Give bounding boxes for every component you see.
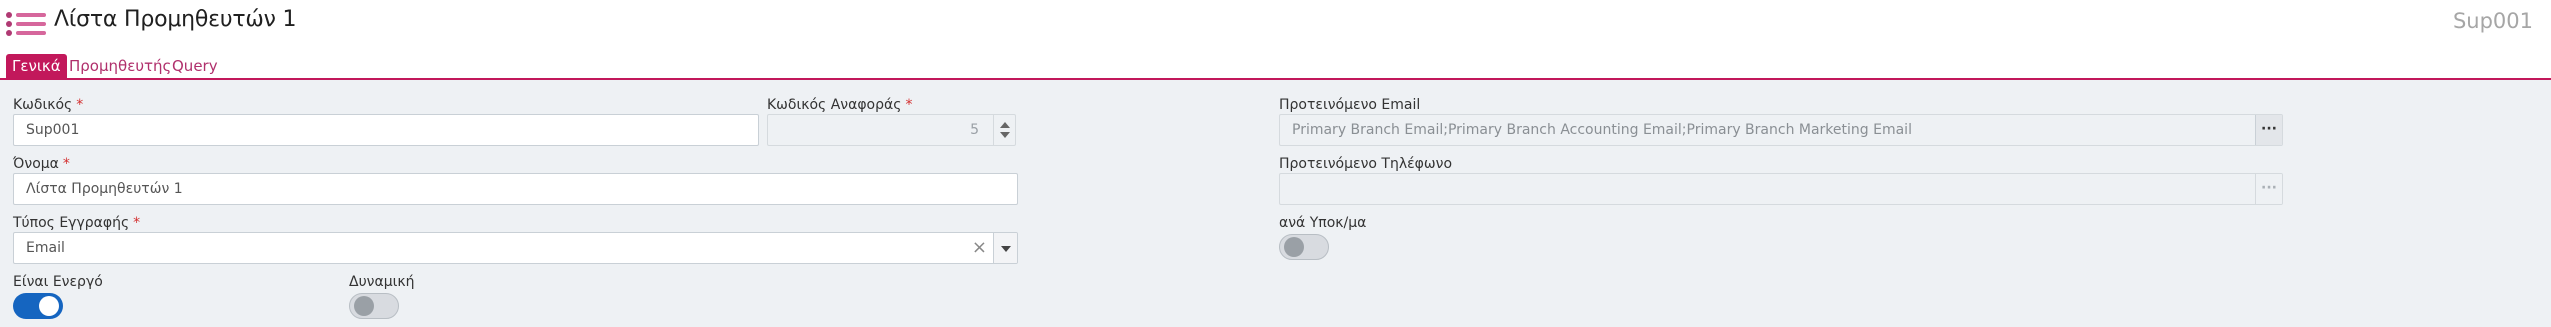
clear-icon[interactable]: ×: [972, 233, 987, 263]
tab-bar: Γενικά Προμηθευτής Query: [0, 54, 2551, 80]
page-header: Λίστα Προμηθευτών 1 Sup001: [0, 0, 2551, 48]
tab-query[interactable]: Query: [166, 54, 224, 78]
tab-supplier[interactable]: Προμηθευτής: [63, 54, 177, 78]
preferred-email-label: Προτεινόμενο Email: [1279, 97, 1421, 113]
preferred-phone-field[interactable]: ···: [1279, 173, 2283, 205]
per-branch-toggle[interactable]: [1279, 234, 1329, 260]
required-marker: *: [76, 97, 84, 113]
more-options-button[interactable]: ···: [2255, 174, 2282, 204]
page-title: Λίστα Προμηθευτών 1: [54, 7, 297, 32]
hamburger-list-icon[interactable]: [6, 10, 46, 38]
entry-type-label: Τύπος Εγγραφής *: [13, 215, 141, 231]
spinner-arrows-icon[interactable]: [993, 115, 1015, 145]
dynamic-toggle[interactable]: [349, 293, 399, 319]
reference-code-value: 5: [970, 122, 979, 138]
preferred-phone-label: Προτεινόμενο Τηλέφωνο: [1279, 156, 1453, 172]
form-panel: Κωδικός * Sup001 Κωδικός Αναφοράς * 5 Όνομ…: [0, 80, 2551, 327]
chevron-down-icon[interactable]: [993, 233, 1017, 263]
preferred-email-field[interactable]: Primary Branch Email;Primary Branch Acco…: [1279, 114, 2283, 146]
entry-type-select[interactable]: Email ×: [13, 232, 1018, 264]
is-active-label: Είναι Ενεργό: [13, 274, 103, 290]
name-label: Όνομα *: [13, 156, 70, 172]
required-marker: *: [133, 215, 141, 231]
more-options-button[interactable]: ···: [2255, 115, 2282, 145]
reference-code-label: Κωδικός Αναφοράς *: [767, 97, 913, 113]
record-code: Sup001: [2452, 9, 2533, 33]
dynamic-label: Δυναμική: [349, 274, 415, 290]
required-marker: *: [905, 97, 913, 113]
spin-up-icon[interactable]: [1000, 122, 1010, 128]
tab-general[interactable]: Γενικά: [6, 54, 67, 78]
is-active-toggle[interactable]: [13, 293, 63, 319]
code-label: Κωδικός *: [13, 97, 84, 113]
required-marker: *: [62, 156, 70, 172]
code-input[interactable]: Sup001: [13, 114, 759, 146]
spin-down-icon[interactable]: [1000, 132, 1010, 138]
per-branch-label: ανά Υποκ/μα: [1279, 215, 1367, 231]
reference-code-stepper[interactable]: 5: [767, 114, 1016, 146]
name-input[interactable]: Λίστα Προμηθευτών 1: [13, 173, 1018, 205]
